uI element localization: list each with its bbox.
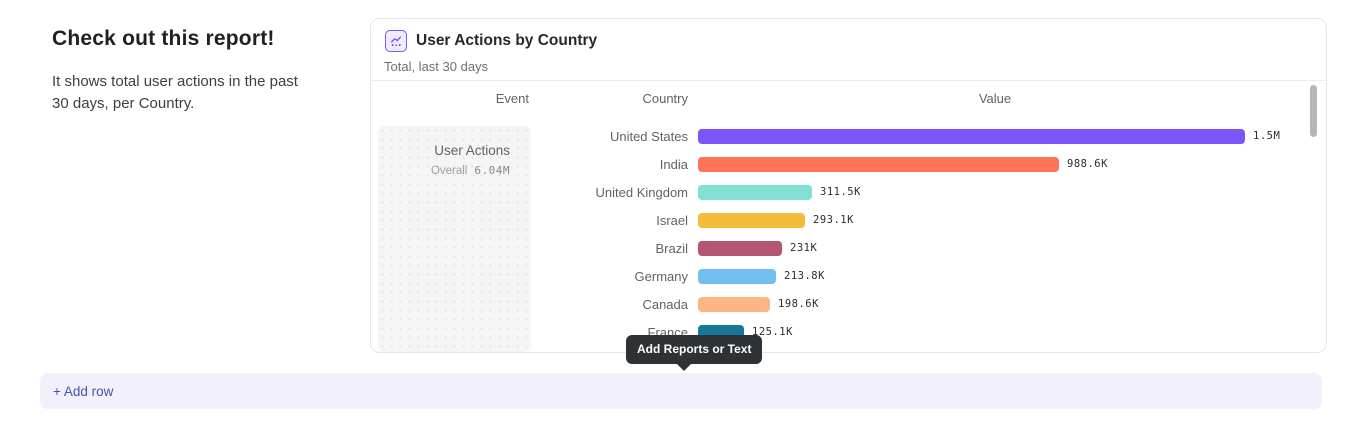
chart-row: France125.1K [371,318,1326,346]
tooltip-caret-icon [676,363,692,371]
country-label: United States [371,129,688,144]
country-label: Canada [371,297,688,312]
value-bar[interactable] [698,297,770,312]
chart-row: United States 1.5M [371,122,1326,150]
value-bar[interactable] [698,129,1245,144]
intro-block: Check out this report! It shows total us… [52,27,314,115]
chart-row: Canada 198.6K [371,290,1326,318]
value-label: 293.1K [813,214,854,226]
report-title: User Actions by Country [416,32,597,50]
country-label: Germany [371,269,688,284]
chart-row: Brazil 231K [371,234,1326,262]
chart-row: United Kingdom 311.5K [371,178,1326,206]
chart-scrollbar-thumb[interactable] [1310,85,1317,137]
add-reports-tooltip-label: Add Reports or Text [637,342,751,356]
add-row-button[interactable]: + Add row [40,373,1322,409]
report-chart-icon [385,30,407,52]
value-bar[interactable] [698,241,782,256]
chart-row: Israel 293.1K [371,206,1326,234]
chart-rows: United States 1.5M India 988.6K United Kingd… [371,122,1326,346]
add-row-label: + Add row [53,384,113,399]
value-bar[interactable] [698,269,776,284]
page-description: It shows total user actions in the past … [52,71,314,115]
chart-area: Event Country Value User Actions Overall… [371,81,1326,352]
value-label: 231K [790,242,817,254]
report-subtitle: Total, last 30 days [384,59,488,74]
report-card: User Actions by Country Total, last 30 d… [370,18,1327,353]
country-label: Israel [371,213,688,228]
country-label: United Kingdom [371,185,688,200]
value-label: 311.5K [820,186,861,198]
column-header-country: Country [371,91,688,106]
report-card-header: User Actions by Country Total, last 30 d… [371,19,1326,81]
value-bar[interactable] [698,185,812,200]
country-label: India [371,157,688,172]
value-label: 198.6K [778,298,819,310]
chart-row: Germany 213.8K [371,262,1326,290]
page-title: Check out this report! [52,27,314,51]
column-header-value: Value [945,91,1045,106]
value-bar[interactable] [698,157,1059,172]
chart-scrollbar-track[interactable] [1308,85,1320,347]
value-label: 988.6K [1067,158,1108,170]
value-label: 1.5M [1253,130,1280,142]
chart-row: India 988.6K [371,150,1326,178]
add-reports-tooltip: Add Reports or Text [626,335,762,364]
value-bar[interactable] [698,213,805,228]
value-label: 213.8K [784,270,825,282]
country-label: Brazil [371,241,688,256]
